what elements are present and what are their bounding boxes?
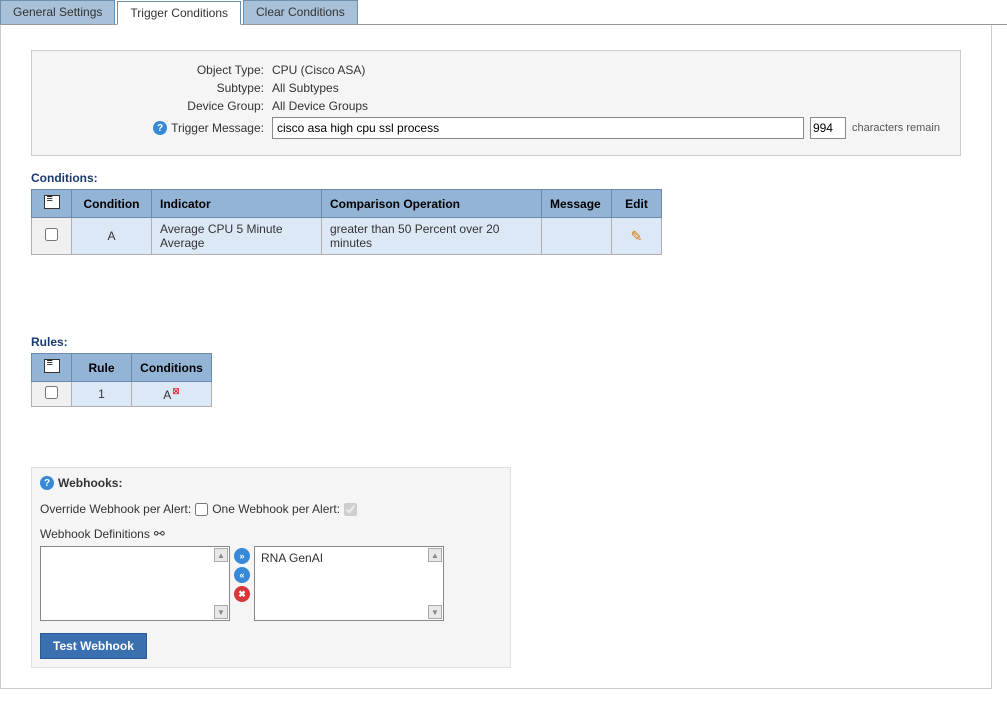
indicator-cell: Average CPU 5 Minute Average <box>152 218 322 255</box>
message-cell <box>542 218 612 255</box>
chars-count <box>810 117 846 139</box>
conditions-message-header: Message <box>542 190 612 218</box>
device-group-value: All Device Groups <box>272 99 368 113</box>
tab-trigger-conditions[interactable]: Trigger Conditions <box>117 1 241 25</box>
scroll-up-icon[interactable]: ▲ <box>428 548 442 562</box>
scroll-up-icon[interactable]: ▲ <box>214 548 228 562</box>
webhook-definitions-label: Webhook Definitions <box>40 527 150 541</box>
available-list[interactable]: ▲ ▼ <box>40 546 230 621</box>
dual-list: ▲ ▼ » « ✖ RNA GenAI ▲ ▼ <box>40 546 502 621</box>
trigger-message-label: Trigger Message: <box>171 121 264 135</box>
subtype-label: Subtype: <box>52 81 272 95</box>
rules-select-header[interactable] <box>32 354 72 382</box>
condition-cell: A <box>72 218 152 255</box>
rules-title: Rules: <box>31 335 961 349</box>
help-icon[interactable]: ? <box>153 121 167 135</box>
rule-row-checkbox[interactable] <box>45 386 58 399</box>
tab-general-settings[interactable]: General Settings <box>0 0 115 24</box>
one-webhook-label: One Webhook per Alert: <box>212 502 340 516</box>
chars-remain-label: characters remain <box>852 122 940 134</box>
test-webhook-button[interactable]: Test Webhook <box>40 633 147 659</box>
conditions-condition-header: Condition <box>72 190 152 218</box>
move-left-button[interactable]: « <box>234 567 250 583</box>
move-right-button[interactable]: » <box>234 548 250 564</box>
tab-clear-conditions[interactable]: Clear Conditions <box>243 0 358 24</box>
rule-conditions-cell: A⊠ <box>132 382 212 407</box>
list-select-icon <box>44 195 60 209</box>
info-box: Object Type: CPU (Cisco ASA) Subtype: Al… <box>31 50 961 156</box>
conditions-edit-header: Edit <box>612 190 662 218</box>
scroll-down-icon[interactable]: ▼ <box>428 605 442 619</box>
override-webhook-label: Override Webhook per Alert: <box>40 502 191 516</box>
device-group-label: Device Group: <box>52 99 272 113</box>
webhooks-section: ? Webhooks: Override Webhook per Alert: … <box>31 467 511 668</box>
object-type-label: Object Type: <box>52 63 272 77</box>
selected-list[interactable]: RNA GenAI ▲ ▼ <box>254 546 444 621</box>
override-webhook-checkbox[interactable] <box>195 503 208 516</box>
link-icon[interactable]: ⚯ <box>154 526 165 542</box>
scroll-down-icon[interactable]: ▼ <box>214 605 228 619</box>
edit-pencil-icon[interactable]: ✎ <box>631 228 643 244</box>
object-type-value: CPU (Cisco ASA) <box>272 63 365 77</box>
content-panel: Object Type: CPU (Cisco ASA) Subtype: Al… <box>0 25 992 689</box>
conditions-indicator-header: Indicator <box>152 190 322 218</box>
trigger-message-input[interactable] <box>272 117 804 139</box>
list-select-icon <box>44 359 60 373</box>
comparison-cell: greater than 50 Percent over 20 minutes <box>322 218 542 255</box>
condition-row-checkbox[interactable] <box>45 228 58 241</box>
tab-bar: General Settings Trigger Conditions Clea… <box>0 0 1007 25</box>
delete-icon[interactable]: ⊠ <box>172 386 180 396</box>
webhooks-title: Webhooks: <box>58 476 122 490</box>
table-row: A Average CPU 5 Minute Average greater t… <box>32 218 662 255</box>
subtype-value: All Subtypes <box>272 81 339 95</box>
one-webhook-checkbox <box>344 503 357 516</box>
rule-number-cell: 1 <box>72 382 132 407</box>
rules-rule-header: Rule <box>72 354 132 382</box>
list-item[interactable]: RNA GenAI <box>257 549 441 567</box>
rules-table: Rule Conditions 1 A⊠ <box>31 353 212 407</box>
conditions-select-header[interactable] <box>32 190 72 218</box>
table-row: 1 A⊠ <box>32 382 212 407</box>
help-icon[interactable]: ? <box>40 476 54 490</box>
remove-button[interactable]: ✖ <box>234 586 250 602</box>
conditions-title: Conditions: <box>31 171 961 185</box>
rules-conditions-header: Conditions <box>132 354 212 382</box>
conditions-comparison-header: Comparison Operation <box>322 190 542 218</box>
conditions-table: Condition Indicator Comparison Operation… <box>31 189 662 255</box>
